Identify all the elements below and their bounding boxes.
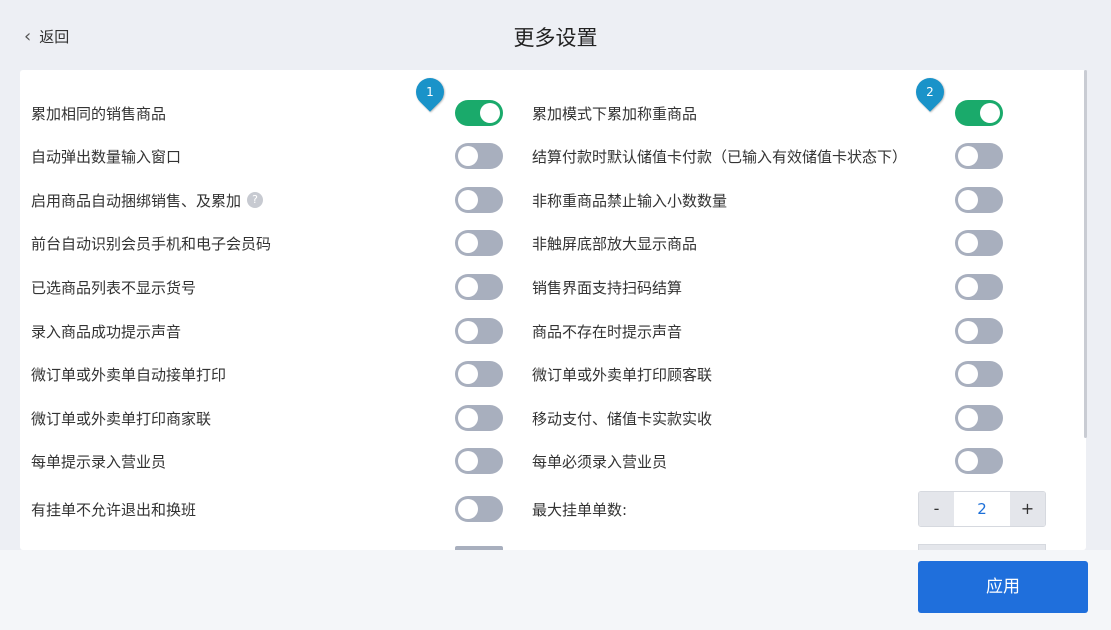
toggle-knob [958,364,978,384]
max-hold-value[interactable]: 2 [954,492,1010,526]
setting-label: 移动支付、储值卡实款实收 [532,409,713,428]
setting-label: 每单必须录入营业员 [532,452,668,471]
toggle-knob [958,233,978,253]
setting-row-right: 结算付款时默认储值卡付款（已输入有效储值卡状态下） [532,141,1002,171]
toggle-knob [458,233,478,253]
setting-row-right: 移动支付、储值卡实款实收 [532,403,1002,433]
setting-row-left: 前台自动识别会员手机和电子会员码 [31,228,481,258]
toggle-knob [458,277,478,297]
setting-toggle[interactable] [955,448,1003,474]
setting-label: 非触屏底部放大显示商品 [532,234,698,253]
setting-toggle[interactable] [455,143,503,169]
setting-row-right: 非触屏底部放大显示商品 [532,228,1002,258]
toggle-knob [458,499,478,519]
setting-toggle[interactable] [455,230,503,256]
toggle-knob [458,364,478,384]
toggle-knob [958,277,978,297]
decrement-button[interactable]: - [919,492,954,526]
setting-toggle[interactable] [955,143,1003,169]
marker-badge-2: 2 [910,72,950,112]
setting-toggle[interactable] [455,361,503,387]
toggle-knob [480,103,500,123]
setting-label: 自动弹出数量输入窗口 [31,147,182,166]
setting-row-left: 已选商品列表不显示货号 [31,272,481,302]
toggle-knob [958,451,978,471]
toggle-knob [458,321,478,341]
max-hold-label: 最大挂单单数: [532,500,628,519]
setting-label: 微订单或外卖单自动接单打印 [31,365,227,384]
max-hold-stepper: - 2 + [918,491,1046,527]
setting-row-left: 录入商品成功提示声音 [31,316,481,346]
setting-row-right: 销售界面支持扫码结算 [532,272,1002,302]
increment-button[interactable]: + [1010,492,1045,526]
setting-row-left: 启用商品自动捆绑销售、及累加? [31,185,481,215]
help-icon[interactable]: ? [247,192,264,208]
setting-label: 已选商品列表不显示货号 [31,278,197,297]
setting-toggle[interactable] [455,405,503,431]
toggle-knob [980,103,1000,123]
toggle-knob [458,146,478,166]
setting-toggle[interactable] [955,100,1003,126]
setting-label: 销售界面支持扫码结算 [532,278,683,297]
setting-label: 微订单或外卖单打印商家联 [31,409,212,428]
setting-row-right: 微订单或外卖单打印顾客联 [532,359,1002,389]
setting-toggle[interactable] [955,274,1003,300]
setting-row-left: 微订单或外卖单打印商家联 [31,403,481,433]
setting-label: 录入商品成功提示声音 [31,322,182,341]
setting-row-right: 每单必须录入营业员 [532,446,1002,476]
setting-row-left: 自动弹出数量输入窗口 [31,141,481,171]
toggle-knob [958,190,978,210]
toggle-knob [458,190,478,210]
setting-label: 非称重商品禁止输入小数数量 [532,191,728,210]
toggle-knob [458,451,478,471]
setting-label: 启用商品自动捆绑销售、及累加 [31,191,242,210]
setting-toggle[interactable] [955,405,1003,431]
setting-toggle[interactable] [455,274,503,300]
setting-toggle[interactable] [955,187,1003,213]
setting-toggle[interactable] [455,496,503,522]
setting-label: 商品不存在时提示声音 [532,322,683,341]
setting-label: 前台自动识别会员手机和电子会员码 [31,234,272,253]
setting-label: 结算付款时默认储值卡付款（已输入有效储值卡状态下） [532,147,908,166]
marker-badge-1: 1 [410,72,450,112]
setting-label: 微订单或外卖单打印顾客联 [532,365,713,384]
setting-toggle[interactable] [955,230,1003,256]
setting-row-right: 非称重商品禁止输入小数数量 [532,185,1002,215]
apply-button[interactable]: 应用 [918,561,1088,613]
setting-row-left: 每单提示录入营业员 [31,446,481,476]
scrollbar[interactable] [1084,70,1087,438]
setting-label: 有挂单不允许退出和换班 [31,500,197,519]
setting-toggle[interactable] [455,100,503,126]
page-title: 更多设置 [513,26,598,50]
setting-toggle[interactable] [955,361,1003,387]
setting-row-left: 微订单或外卖单自动接单打印 [31,359,481,389]
setting-label: 每单提示录入营业员 [31,452,167,471]
setting-row-left: 有挂单不允许退出和换班 [31,494,481,524]
toggle-knob [958,408,978,428]
toggle-knob [458,408,478,428]
setting-toggle[interactable] [955,318,1003,344]
setting-row-left: 累加相同的销售商品 [31,98,481,128]
setting-label: 累加相同的销售商品 [31,104,167,123]
setting-label: 累加模式下累加称重商品 [532,104,698,123]
setting-row-right: 商品不存在时提示声音 [532,316,1002,346]
toggle-knob [958,321,978,341]
header: ‹ 返回 更多设置 [0,0,1111,70]
setting-toggle[interactable] [455,448,503,474]
setting-toggle[interactable] [455,187,503,213]
setting-toggle[interactable] [455,318,503,344]
toggle-knob [958,146,978,166]
